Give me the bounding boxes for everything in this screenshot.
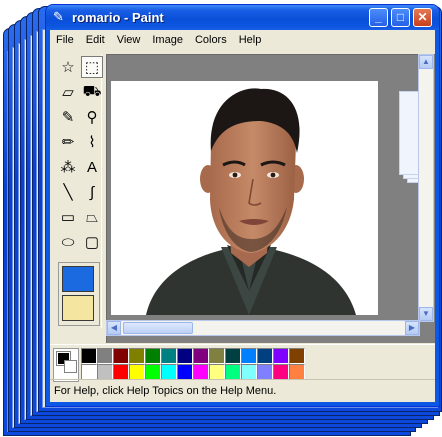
line-icon: ╲ [63, 184, 73, 201]
tool-eraser[interactable]: ▱ [57, 81, 79, 103]
palette-swatch[interactable] [113, 348, 129, 364]
rounded-rect-icon: ▢ [84, 234, 100, 251]
tool-line[interactable]: ╲ [57, 181, 79, 203]
palette-swatch[interactable] [273, 348, 289, 364]
palette-swatch[interactable] [97, 364, 113, 380]
palette-swatch[interactable] [129, 348, 145, 364]
scroll-left-arrow-icon[interactable]: ◀ [107, 321, 121, 335]
eraser-icon: ▱ [62, 84, 74, 101]
palette-swatch[interactable] [241, 348, 257, 364]
palette-swatch[interactable] [225, 348, 241, 364]
tool-magnifier[interactable]: ⚲ [81, 106, 103, 128]
tool-fill[interactable]: ⛟ [81, 81, 103, 103]
palette-swatch[interactable] [289, 348, 305, 364]
palette-swatch[interactable] [209, 348, 225, 364]
tool-rounded-rect[interactable]: ▢ [81, 231, 103, 253]
palette-swatch[interactable] [209, 364, 225, 380]
window-title: romario - Paint [72, 10, 164, 25]
minimize-button[interactable]: _ [369, 8, 388, 27]
tool-rect-select[interactable]: ⬚ [81, 56, 103, 78]
palette-swatch[interactable] [161, 348, 177, 364]
paint-window: ✎ romario - Paint _ □ ✕ File Edit View I… [45, 4, 440, 407]
magnifier-icon: ⚲ [86, 109, 98, 126]
palette-swatch[interactable] [145, 348, 161, 364]
palette-swatch[interactable] [289, 364, 305, 380]
palette-swatch[interactable] [177, 348, 193, 364]
scroll-up-arrow-icon[interactable]: ▲ [419, 55, 433, 69]
palette-swatch[interactable] [145, 364, 161, 380]
menu-view[interactable]: View [111, 34, 147, 46]
opaque-option-icon[interactable] [62, 266, 94, 292]
image-canvas[interactable] [111, 81, 378, 315]
scroll-down-arrow-icon[interactable]: ▼ [419, 307, 433, 321]
airbrush-icon: ⁂ [60, 159, 76, 176]
menu-bar: File Edit View Image Colors Help [50, 30, 435, 50]
curve-icon: ∫ [89, 183, 95, 201]
title-bar[interactable]: ✎ romario - Paint _ □ ✕ [46, 5, 439, 30]
menu-edit[interactable]: Edit [80, 34, 111, 46]
menu-image[interactable]: Image [146, 34, 189, 46]
fill-bucket-icon: ⛟ [82, 82, 102, 100]
palette-swatch[interactable] [225, 364, 241, 380]
palette-swatch[interactable] [273, 364, 289, 380]
palette-swatch[interactable] [113, 364, 129, 380]
tool-pencil[interactable]: ✏ [57, 131, 79, 153]
tool-rectangle[interactable]: ▭ [57, 206, 79, 228]
text-icon: A [86, 158, 97, 176]
horizontal-scroll-thumb[interactable] [123, 322, 193, 334]
palette-swatch[interactable] [177, 364, 193, 380]
rect-select-icon: ⬚ [84, 59, 100, 76]
tool-airbrush[interactable]: ⁂ [57, 156, 79, 178]
canvas-area [106, 54, 435, 343]
palette-swatch[interactable] [129, 364, 145, 380]
close-button[interactable]: ✕ [413, 8, 432, 27]
eyedropper-icon: ✎ [61, 109, 75, 126]
maximize-button[interactable]: □ [391, 8, 410, 27]
palette-swatch[interactable] [193, 364, 209, 380]
palette [81, 348, 305, 380]
palette-swatch[interactable] [81, 348, 97, 364]
palette-swatch[interactable] [161, 364, 177, 380]
palette-swatch[interactable] [193, 348, 209, 364]
palette-swatch[interactable] [81, 364, 97, 380]
tool-polygon[interactable]: ⏢ [81, 206, 103, 228]
menu-file[interactable]: File [50, 34, 80, 46]
ellipse-icon: ⬭ [61, 233, 75, 251]
horizontal-scrollbar[interactable]: ◀ ▶ [106, 320, 420, 336]
scroll-right-arrow-icon[interactable]: ▶ [405, 321, 419, 335]
tool-curve[interactable]: ∫ [81, 181, 103, 203]
menu-colors[interactable]: Colors [189, 34, 233, 46]
tool-free-select[interactable]: ☆ [57, 56, 79, 78]
brush-icon: ⌇ [88, 134, 96, 151]
menu-help[interactable]: Help [233, 34, 268, 46]
polygon-icon: ⏢ [85, 208, 98, 226]
status-text: For Help, click Help Topics on the Help … [54, 385, 277, 397]
palette-swatch[interactable] [257, 348, 273, 364]
tool-ellipse[interactable]: ⬭ [57, 231, 79, 253]
toolbox: ☆ ⬚ ▱ ⛟ ✎ ⚲ ✏ ⌇ ⁂ A ╲ ∫ ▭ ⏢ ⬭ ▢ [53, 54, 103, 328]
palette-swatch[interactable] [241, 364, 257, 380]
status-bar: For Help, click Help Topics on the Help … [50, 379, 435, 402]
palette-swatch[interactable] [257, 364, 273, 380]
portrait-image [111, 81, 378, 315]
rectangle-icon: ▭ [60, 209, 76, 226]
background-color[interactable] [64, 360, 77, 373]
palette-swatch[interactable] [97, 348, 113, 364]
paint-app-icon[interactable]: ✎ [53, 10, 67, 24]
transparent-option-icon[interactable] [62, 295, 94, 321]
client-area: File Edit View Image Colors Help ☆ ⬚ ▱ ⛟ ✎ ⚲ ✏… [50, 30, 435, 402]
tool-pick-color[interactable]: ✎ [57, 106, 79, 128]
tool-text[interactable]: A [81, 156, 103, 178]
vertical-scrollbar[interactable]: ▲ ▼ [418, 54, 434, 322]
tool-brush[interactable]: ⌇ [81, 131, 103, 153]
pencil-icon: ✏ [61, 134, 75, 151]
current-colors[interactable] [53, 348, 79, 382]
free-select-icon: ☆ [61, 59, 75, 76]
tool-options[interactable] [58, 262, 100, 326]
